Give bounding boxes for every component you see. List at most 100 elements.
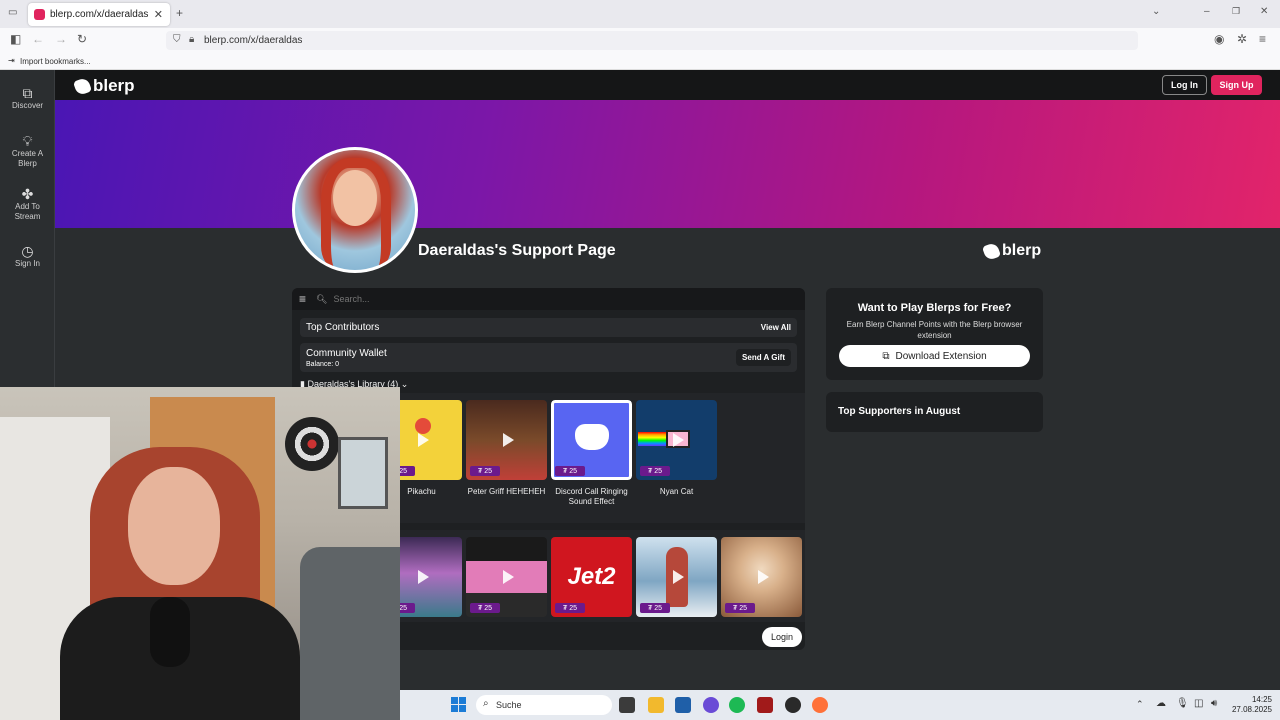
sound-tile[interactable]: ₮ 25 [636,537,717,617]
extensions-icon[interactable]: ✲ [1237,32,1247,46]
close-tab-icon[interactable]: ✕ [154,8,163,21]
sound-tile[interactable]: ₮ 25 [466,400,547,480]
account-icon[interactable]: ◉ [1214,32,1224,46]
start-quad [459,697,466,704]
sound-tile[interactable]: ₮ 25 [721,537,802,617]
network-icon[interactable]: ◫ [1194,698,1203,709]
minimize-icon[interactable]: – [1204,6,1210,17]
send-gift-button[interactable]: Send A Gift [736,349,791,366]
free-blerps-title: Want to Play Blerps for Free? [857,302,1012,314]
community-wallet-row: Community Wallet Balance: 0 Send A Gift [300,343,797,372]
bookmarks-bar: ⇥ Import bookmarks... [0,52,1280,70]
price-badge: ₮ 25 [640,466,670,476]
play-icon [672,570,684,584]
obs-icon[interactable] [785,697,801,713]
search-input[interactable] [333,294,634,304]
blerp-logo-secondary: blerp [981,241,1041,261]
cloud-icon[interactable]: ☁ [1156,698,1166,709]
blerp-logo[interactable]: blerp [72,76,135,96]
taskbar-search-label: Suche [496,700,522,710]
webcam-person-face [128,467,220,585]
new-tab-icon[interactable]: + [176,6,183,20]
import-bookmarks-link[interactable]: Import bookmarks... [20,57,91,66]
sidebar-toggle-icon[interactable]: ◧ [10,32,21,46]
close-window-icon[interactable]: ✕ [1260,6,1268,17]
sign-up-button[interactable]: Sign Up [1211,75,1262,95]
blerp-mark-icon [981,241,1002,261]
firefox-icon[interactable] [812,697,828,713]
sound-tile[interactable]: ₮ 25 [636,400,717,480]
price-value: 25 [569,604,578,612]
login-button[interactable]: Login [762,627,802,647]
store-icon[interactable] [675,697,691,713]
sidebar-item-add-to-stream[interactable]: ✤ Add To Stream [0,186,55,222]
download-extension-button[interactable]: ⧉ Download Extension [839,345,1030,367]
tab-list-icon[interactable]: ▭ [8,7,17,18]
lightbulb-icon: 💡︎ [22,133,33,149]
back-icon[interactable]: ← [32,32,44,46]
spotify-icon[interactable] [729,697,745,713]
discord-taskbar-icon[interactable] [703,697,719,713]
start-quad [451,705,458,712]
play-icon [757,570,769,584]
sidebar-item-sign-in[interactable]: ◷ Sign In [0,243,55,269]
chevron-up-icon[interactable]: ⌃ [1136,699,1144,710]
menu-icon[interactable]: ≡ [1259,32,1266,46]
blerp-icon: ✤ [21,186,34,202]
price-value: 25 [484,604,493,612]
price-badge: ₮ 25 [470,466,500,476]
blerp-mark-icon [72,76,93,96]
history-icon: ◷ [21,243,34,259]
top-contributors-label: Top Contributors [306,322,380,333]
price-badge: ₮ 25 [555,466,585,476]
windows-start-icon[interactable] [451,697,466,712]
webcam-microphone [150,597,190,667]
url-bar[interactable]: ⛉ 🔒︎ blerp.com/x/daeraldas [166,31,1138,50]
price-value: 25 [484,467,493,475]
play-icon [417,433,429,447]
microphone-icon[interactable]: 🎙︎ [1176,698,1189,709]
log-in-button[interactable]: Log In [1162,75,1207,95]
sound-tile[interactable]: ₮ 25 [466,537,547,617]
start-quad [451,697,458,704]
sidebar-item-discover[interactable]: ⧉ Discover [0,85,55,111]
webcam-frame [338,437,388,509]
hamburger-menu-icon[interactable]: ≡ [299,292,306,306]
taskbar-search[interactable]: ⌕ Suche [476,695,612,715]
chevron-down-icon[interactable]: ⌄ [1152,6,1160,17]
clock-time: 14:25 [1251,695,1272,704]
browser-tab[interactable]: blerp.com/x/daeraldas ✕ [28,3,170,26]
play-icon [417,570,429,584]
reload-icon[interactable]: ↻ [77,32,87,46]
tile-label: Peter Griff HEHEHEH [467,487,546,496]
webcam-overlay [0,387,400,720]
url-text: blerp.com/x/daeraldas [204,35,303,46]
file-explorer-icon[interactable] [648,697,664,713]
restore-icon[interactable]: ❐ [1232,6,1240,17]
screen: ▭ blerp.com/x/daeraldas ✕ + ⌄ – ❐ ✕ ◧ ← … [0,0,1280,720]
logo-text: blerp [93,76,135,95]
sound-tile[interactable]: ₮ 25 [551,400,632,480]
app-icon[interactable] [757,697,773,713]
search-row: ≡ 🔍︎ [292,288,805,310]
view-all-link[interactable]: View All [761,323,791,332]
clock-date: 27.08.2025 [1231,705,1272,714]
price-value: 25 [399,467,408,475]
discover-icon: ⧉ [22,85,33,101]
pikachu-cheek [415,418,431,434]
search-icon: ⌕ [483,698,489,709]
sidebar-item-label: Create A Blerp [11,149,44,168]
taskbar-clock[interactable]: 14:25 27.08.2025 [1228,695,1272,715]
forward-icon[interactable]: → [55,32,67,46]
sidebar-item-create[interactable]: 💡︎ Create A Blerp [0,133,55,169]
price-value: 25 [569,467,578,475]
discord-icon [575,424,609,450]
lock-icon: 🔒︎ [189,34,195,45]
wallet-title: Community Wallet [306,347,387,359]
task-view-icon[interactable] [619,697,635,713]
play-icon [502,570,514,584]
sound-tile[interactable]: Jet2 ₮ 25 [551,537,632,617]
volume-icon[interactable]: 🔊︎ [1211,698,1217,709]
page-title: Daeraldas's Support Page [418,242,616,259]
start-quad [459,705,466,712]
